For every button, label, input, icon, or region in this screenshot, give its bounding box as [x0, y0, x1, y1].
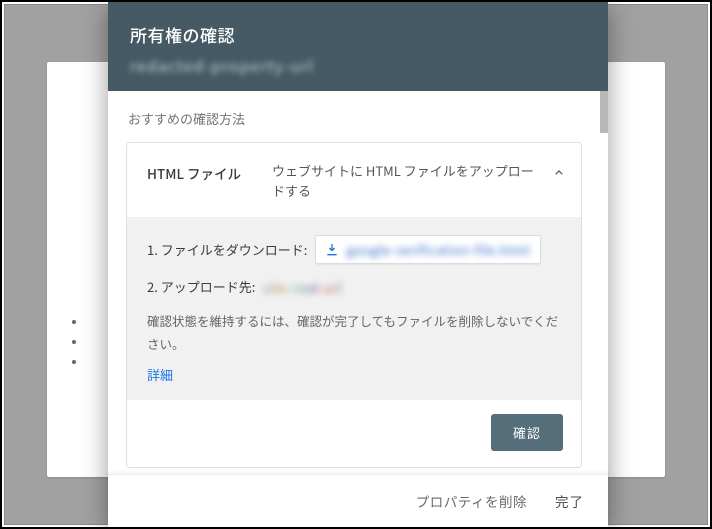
- modal-header: 所有権の確認 redacted-property-url: [108, 2, 608, 91]
- delete-property-button[interactable]: プロパティを削除: [414, 487, 529, 515]
- chevron-up-icon: [551, 165, 567, 181]
- verify-button[interactable]: 確認: [491, 414, 563, 451]
- scrollbar-track[interactable]: [600, 91, 608, 474]
- step-2: 2. アップロード先: site-root-url: [147, 276, 561, 298]
- method-card-html-file: HTML ファイル ウェブサイトに HTML ファイルをアップロードする 1. …: [126, 142, 582, 468]
- download-file-name-redacted: google-verification-file.html: [346, 240, 530, 259]
- done-button[interactable]: 完了: [553, 487, 586, 515]
- ownership-verification-modal: 所有権の確認 redacted-property-url おすすめの確認方法 H…: [108, 2, 608, 527]
- retention-note: 確認状態を維持するには、確認が完了してもファイルを削除しないでください。: [147, 310, 561, 355]
- modal-footer: プロパティを削除 完了: [108, 474, 608, 527]
- scrollbar-thumb[interactable]: [600, 91, 608, 133]
- modal-scroll-area[interactable]: おすすめの確認方法 HTML ファイル ウェブサイトに HTML ファイルをアッ…: [108, 91, 600, 474]
- method-body: 1. ファイルをダウンロード: google-verification-file…: [127, 217, 581, 400]
- verify-row: 確認: [127, 400, 581, 467]
- step-1: 1. ファイルをダウンロード: google-verification-file…: [147, 235, 561, 264]
- bg-bullet: [72, 340, 76, 344]
- bg-bullet: [72, 360, 76, 364]
- download-icon: [324, 242, 340, 258]
- bg-bullet: [72, 320, 76, 324]
- method-name: HTML ファイル: [147, 161, 272, 183]
- step-1-label: 1. ファイルをダウンロード:: [147, 239, 307, 261]
- method-header[interactable]: HTML ファイル ウェブサイトに HTML ファイルをアップロードする: [127, 143, 581, 217]
- viewport: 所有権の確認 redacted-property-url おすすめの確認方法 H…: [0, 0, 712, 529]
- upload-target-redacted: site-root-url: [263, 278, 342, 297]
- modal-body: おすすめの確認方法 HTML ファイル ウェブサイトに HTML ファイルをアッ…: [108, 91, 608, 474]
- modal-title: 所有権の確認: [130, 22, 586, 47]
- details-link[interactable]: 詳細: [147, 365, 173, 384]
- step-2-label: 2. アップロード先:: [147, 276, 255, 298]
- download-file-button[interactable]: google-verification-file.html: [315, 235, 541, 264]
- method-description: ウェブサイトに HTML ファイルをアップロードする: [272, 161, 545, 201]
- recommended-method-label: おすすめの確認方法: [108, 91, 600, 142]
- modal-subtitle-redacted: redacted-property-url: [130, 53, 586, 77]
